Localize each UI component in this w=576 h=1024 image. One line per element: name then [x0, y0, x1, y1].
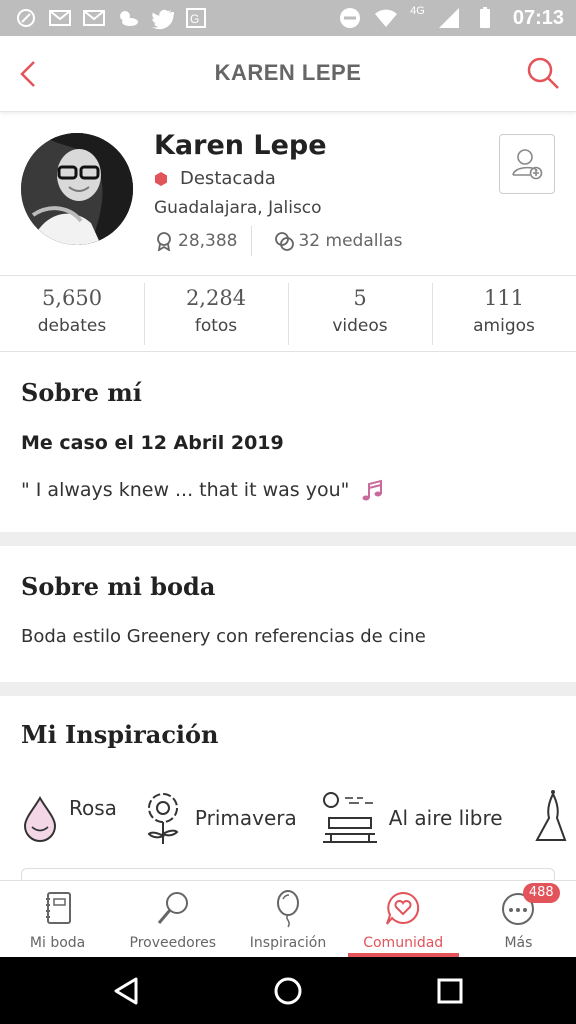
gmail-icon — [83, 10, 105, 26]
inspiration-tag-rosa[interactable]: Rosa — [21, 794, 117, 842]
inspiration-tag-label: Primavera — [194, 806, 297, 830]
medals-count[interactable]: 32 medallas — [298, 231, 402, 251]
counter-friends[interactable]: 111 amigos — [432, 276, 576, 351]
page-title: KAREN LEPE — [214, 60, 362, 85]
medals-icon — [275, 232, 295, 251]
section-title-inspiration: Mi Inspiración — [21, 720, 219, 749]
counter-label: debates — [37, 316, 107, 336]
section-title-wedding: Sobre mi boda — [21, 572, 216, 601]
system-icons: 4G 07:13 — [338, 5, 564, 30]
profile-stats: 28,388 32 medallas — [154, 226, 402, 256]
inspiration-tag-al-aire-libre[interactable]: Al aire libre — [321, 792, 503, 844]
nav-inspiracion[interactable]: Inspiración — [230, 881, 345, 957]
counter-label: fotos — [194, 316, 238, 336]
nav-label: Proveedores — [129, 935, 217, 951]
bottom-nav: Mi boda Proveedores Inspiración Comunida… — [0, 880, 576, 957]
add-user-icon — [512, 149, 543, 180]
notification-badge: 488 — [522, 883, 560, 903]
counter-debates[interactable]: 5,650 debates — [0, 276, 144, 351]
inspiration-tag-label: Al aire libre — [388, 806, 503, 830]
profile-card: Karen Lepe Destacada Guadalajara, Jalisc… — [0, 112, 576, 276]
inspiration-tag-primavera[interactable]: Primavera — [141, 790, 297, 846]
points-count: 28,388 — [178, 231, 238, 251]
wifi-icon — [375, 9, 398, 27]
notebook-icon — [45, 892, 71, 924]
svg-text:G: G — [190, 12, 199, 26]
cell-signal-icon — [438, 8, 459, 28]
app-header: KAREN LEPE — [0, 36, 576, 112]
featured-badge: Destacada — [154, 168, 276, 189]
quote-text: " I always knew ... that it was you" — [21, 479, 350, 501]
inspiration-tags: Rosa Primavera Al aire libre — [21, 788, 576, 848]
profile-counters: 5,650 debates 2,284 fotos 5 videos 111 a… — [0, 276, 576, 352]
signal-app-icon — [17, 9, 35, 27]
system-navigation-bar — [0, 957, 576, 1024]
divider — [251, 226, 253, 256]
maps-icon: G — [186, 8, 206, 28]
location: Guadalajara, Jalisco — [154, 198, 322, 218]
dress-icon — [534, 790, 566, 841]
clock: 07:13 — [512, 6, 564, 29]
notification-icons: G — [14, 6, 208, 30]
flower-icon — [147, 793, 179, 844]
nav-comunidad[interactable]: Comunidad — [346, 881, 461, 957]
magnifier-icon — [157, 892, 188, 924]
gmail-icon — [49, 10, 71, 26]
inspiration-tag-label: Rosa — [69, 796, 117, 820]
park-bench-icon — [322, 792, 377, 843]
home-circle-icon[interactable] — [272, 975, 304, 1007]
section-divider — [0, 682, 576, 696]
inspiration-tag-dress[interactable] — [531, 788, 576, 848]
recents-square-icon[interactable] — [434, 975, 466, 1007]
inspiration-section: Mi Inspiración Rosa Primavera Al aire li… — [0, 696, 576, 880]
nav-label: Comunidad — [363, 935, 444, 951]
counter-value: 5,650 — [41, 286, 103, 310]
counter-photos[interactable]: 2,284 fotos — [144, 276, 288, 351]
network-type: 4G — [410, 5, 425, 17]
about-section: Sobre mí Me caso el 12 Abril 2019 " I al… — [0, 352, 576, 532]
wedding-description: Boda estilo Greenery con referencias de … — [21, 626, 426, 647]
wedding-section: Sobre mi boda Boda estilo Greenery con r… — [0, 546, 576, 682]
balloon-icon — [277, 890, 299, 928]
section-title-about: Sobre mí — [21, 378, 142, 407]
counter-value: 111 — [483, 286, 525, 310]
award-icon — [157, 232, 171, 251]
nav-label: Más — [504, 935, 533, 951]
status-bar: G 4G 07:13 — [0, 0, 576, 36]
counter-videos[interactable]: 5 videos — [288, 276, 432, 351]
counter-label: videos — [332, 316, 388, 336]
music-notes-icon — [362, 479, 383, 501]
counter-value: 2,284 — [185, 286, 247, 310]
inspiration-card — [21, 868, 555, 880]
search-icon[interactable] — [524, 54, 562, 92]
weather-icon — [120, 11, 138, 26]
back-triangle-icon[interactable] — [110, 975, 142, 1007]
nav-proveedores[interactable]: Proveedores — [115, 881, 230, 957]
avatar-photo — [21, 133, 133, 245]
nav-mas[interactable]: 488 Más — [461, 881, 576, 957]
avatar[interactable] — [21, 133, 133, 245]
hexagon-icon — [155, 171, 167, 186]
drop-icon — [23, 796, 57, 842]
do-not-disturb-icon — [340, 8, 361, 28]
profile-name: Karen Lepe — [154, 130, 327, 161]
heart-chat-icon — [386, 891, 420, 925]
nav-mi-boda[interactable]: Mi boda — [0, 881, 115, 957]
wedding-date: Me caso el 12 Abril 2019 — [21, 432, 284, 454]
counter-label: amigos — [473, 316, 535, 336]
profile-quote: " I always knew ... that it was you" — [21, 476, 387, 504]
counter-value: 5 — [353, 286, 367, 310]
battery-icon — [479, 7, 490, 28]
section-divider — [0, 532, 576, 546]
nav-label: Mi boda — [29, 935, 86, 951]
nav-label: Inspiración — [249, 935, 327, 951]
featured-label: Destacada — [180, 168, 276, 189]
add-friend-button[interactable] — [499, 134, 555, 194]
twitter-icon — [152, 9, 174, 30]
